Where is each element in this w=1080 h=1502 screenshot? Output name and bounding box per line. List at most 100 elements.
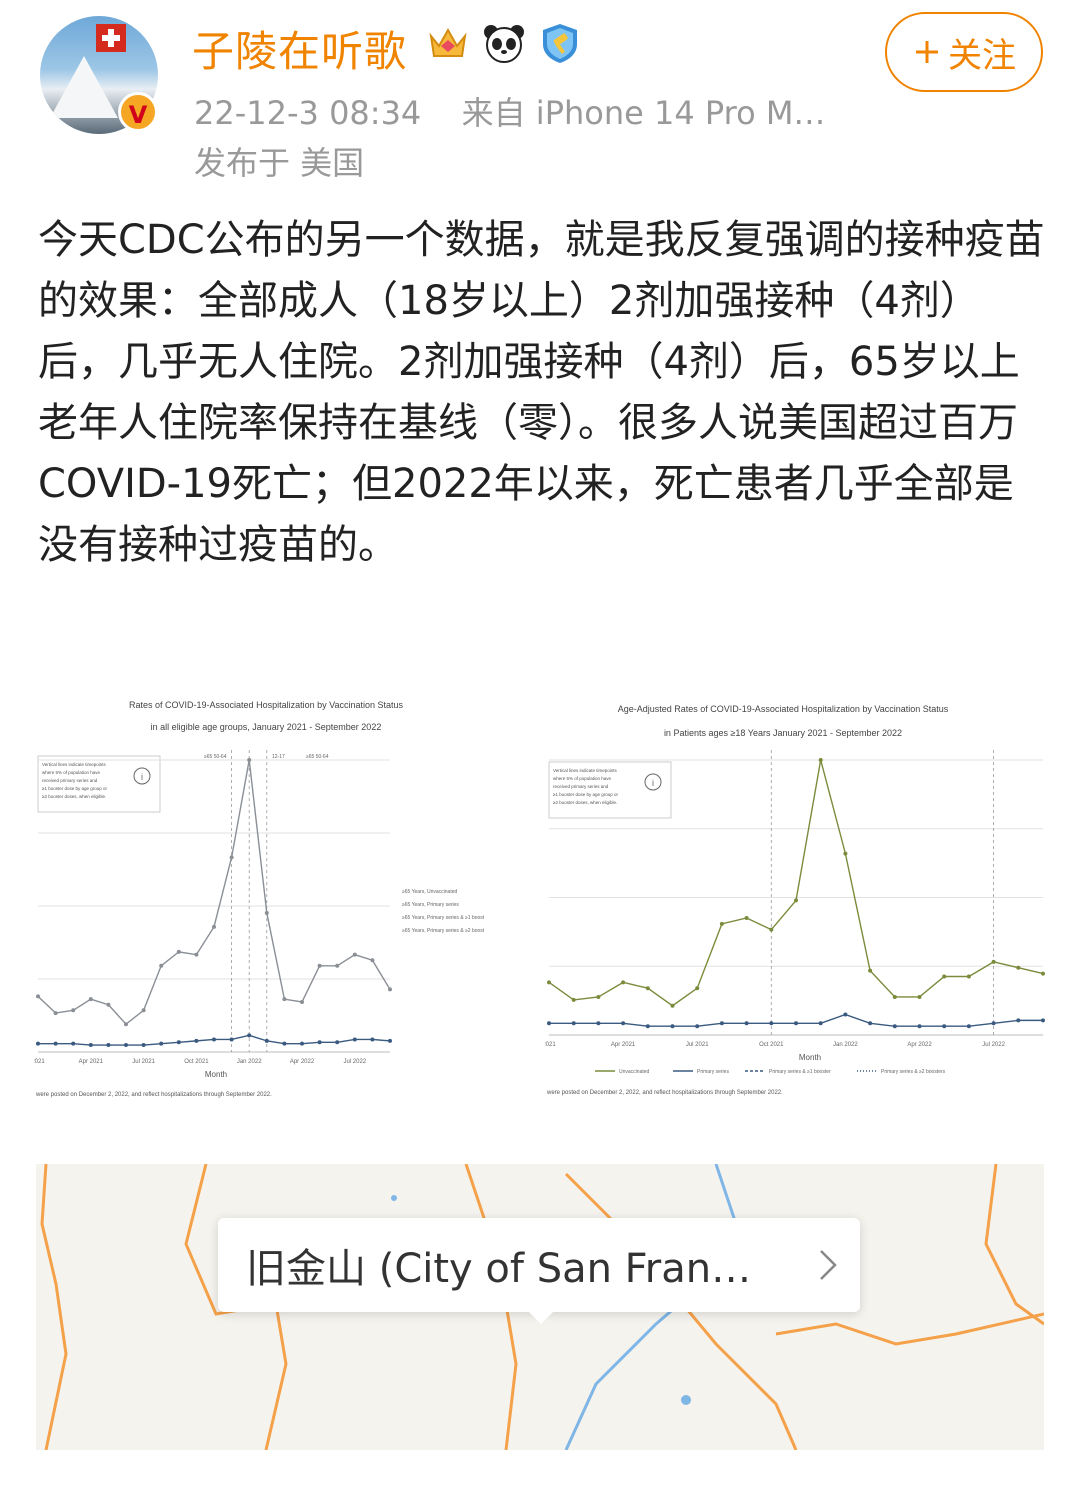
data-point [1016, 965, 1021, 970]
data-point [670, 1024, 675, 1029]
username[interactable]: 子陵在听歌 [192, 18, 407, 79]
data-point [352, 952, 357, 957]
data-point [106, 1043, 111, 1048]
chevron-right-icon [820, 1250, 837, 1280]
svg-text:Primary series: Primary series [697, 1069, 729, 1075]
data-point [229, 855, 234, 860]
data-point [966, 974, 971, 979]
left-chart-subtitle: in all eligible age groups, January 2021… [151, 722, 382, 732]
data-point [335, 1040, 340, 1045]
data-point [388, 1038, 392, 1043]
data-point [892, 1024, 897, 1029]
post-timestamp: 22-12-3 08:34 [194, 94, 422, 132]
left-top-label-1: ≥65 50-64 [204, 754, 227, 760]
data-point [991, 959, 996, 964]
x-tick-label: Jul 2022 [343, 1059, 366, 1065]
data-point [1016, 1018, 1021, 1023]
post-image-right[interactable]: Age-Adjusted Rates of COVID-19-Associate… [545, 680, 1045, 1120]
svg-text:Vertical lines indicate timepo: Vertical lines indicate timepoints [553, 768, 618, 773]
data-point [917, 1024, 922, 1029]
post-image-left[interactable]: Rates of COVID-19-Associated Hospitaliza… [34, 680, 542, 1120]
data-point [843, 851, 848, 856]
x-tick-label: Apr 2022 [907, 1042, 932, 1048]
svg-text:received primary series and: received primary series and [553, 784, 609, 789]
data-point [159, 963, 164, 968]
user-badges [425, 20, 583, 66]
svg-text:received primary series and: received primary series and [42, 778, 98, 783]
data-point [769, 927, 774, 932]
plus-icon [916, 41, 938, 63]
left-chart-note: Vertical lines indicate timepoints where… [37, 755, 161, 813]
data-point [264, 910, 269, 915]
data-point [991, 1021, 996, 1026]
right-chart-footer: were posted on December 2, 2022, and ref… [546, 1090, 783, 1096]
follow-button-label: 关注 [948, 35, 1016, 76]
data-point [141, 1008, 146, 1013]
x-tick-label: Apr 2022 [290, 1059, 315, 1065]
data-point [719, 921, 724, 926]
data-point [317, 963, 322, 968]
left-chart-title: Rates of COVID-19-Associated Hospitaliza… [129, 700, 403, 710]
data-point [645, 1024, 650, 1029]
svg-text:i: i [141, 772, 143, 782]
left-chart-legend: ≥65 Years, Unvaccinated ≥65 Years, Prima… [402, 889, 485, 934]
data-point [212, 924, 216, 929]
svg-text:≥65 Years, Primary series & ≥2: ≥65 Years, Primary series & ≥2 boost [402, 928, 485, 934]
data-point [159, 1041, 164, 1046]
data-point [794, 898, 798, 903]
data-point [547, 1021, 551, 1026]
data-point [966, 1024, 971, 1029]
data-point [621, 980, 626, 985]
data-point [300, 1041, 304, 1046]
post-location: 发布于 美国 [194, 144, 365, 182]
shield-hammer-icon [537, 20, 583, 66]
data-point [71, 1041, 76, 1046]
data-point [744, 915, 749, 920]
data-point [370, 958, 375, 963]
data-point [229, 1037, 234, 1042]
data-point [317, 1040, 322, 1045]
data-point [370, 1037, 375, 1042]
data-point [194, 952, 199, 957]
data-point [868, 1021, 873, 1026]
x-tick-label: Jan 2022 [833, 1042, 858, 1048]
data-point [843, 1012, 848, 1017]
svg-text:Unvaccinated: Unvaccinated [619, 1069, 650, 1075]
data-point [176, 949, 181, 954]
data-point [818, 1021, 823, 1026]
location-label: 旧金山 (City of San Fran… [246, 1246, 752, 1292]
data-point [53, 1041, 58, 1046]
x-tick-label: Apr 2021 [611, 1042, 636, 1048]
data-point [300, 999, 304, 1004]
data-point [335, 963, 340, 968]
x-tick-label: Oct 2021 [759, 1042, 784, 1048]
data-point [1041, 1018, 1045, 1023]
data-point [88, 1043, 93, 1048]
data-point [194, 1038, 199, 1043]
data-point [818, 758, 823, 762]
data-point [124, 1022, 128, 1027]
data-point [695, 986, 700, 991]
data-point [264, 1038, 269, 1043]
data-point [719, 1021, 724, 1026]
data-point [695, 1024, 700, 1029]
x-tick-label: Jul 2021 [686, 1042, 709, 1048]
data-point [571, 1021, 576, 1026]
data-point [547, 980, 551, 985]
data-point [141, 1043, 146, 1048]
right-chart-legend: Unvaccinated Primary series Primary seri… [595, 1069, 946, 1075]
follow-button[interactable]: 关注 [885, 12, 1043, 92]
data-point [176, 1040, 181, 1045]
post-meta-time-source: 22-12-3 08:34 来自 iPhone 14 Pro M… [194, 88, 825, 134]
right-chart-subtitle: in Patients ages ≥18 Years January 2021 … [664, 728, 902, 738]
location-card[interactable]: 旧金山 (City of San Fran… [218, 1218, 860, 1312]
svg-text:where 5% of population have: where 5% of population have [553, 776, 612, 781]
x-tick-label: 2021 [34, 1059, 45, 1065]
svg-text:≥2 booster doses, when eligibl: ≥2 booster doses, when eligible. [42, 794, 106, 799]
data-point [71, 1008, 76, 1013]
data-point [1041, 971, 1045, 976]
data-point [571, 997, 576, 1002]
svg-text:≥1 booster dose by age group o: ≥1 booster dose by age group or [42, 786, 108, 791]
data-point [106, 1002, 111, 1007]
crown-icon [425, 20, 471, 66]
